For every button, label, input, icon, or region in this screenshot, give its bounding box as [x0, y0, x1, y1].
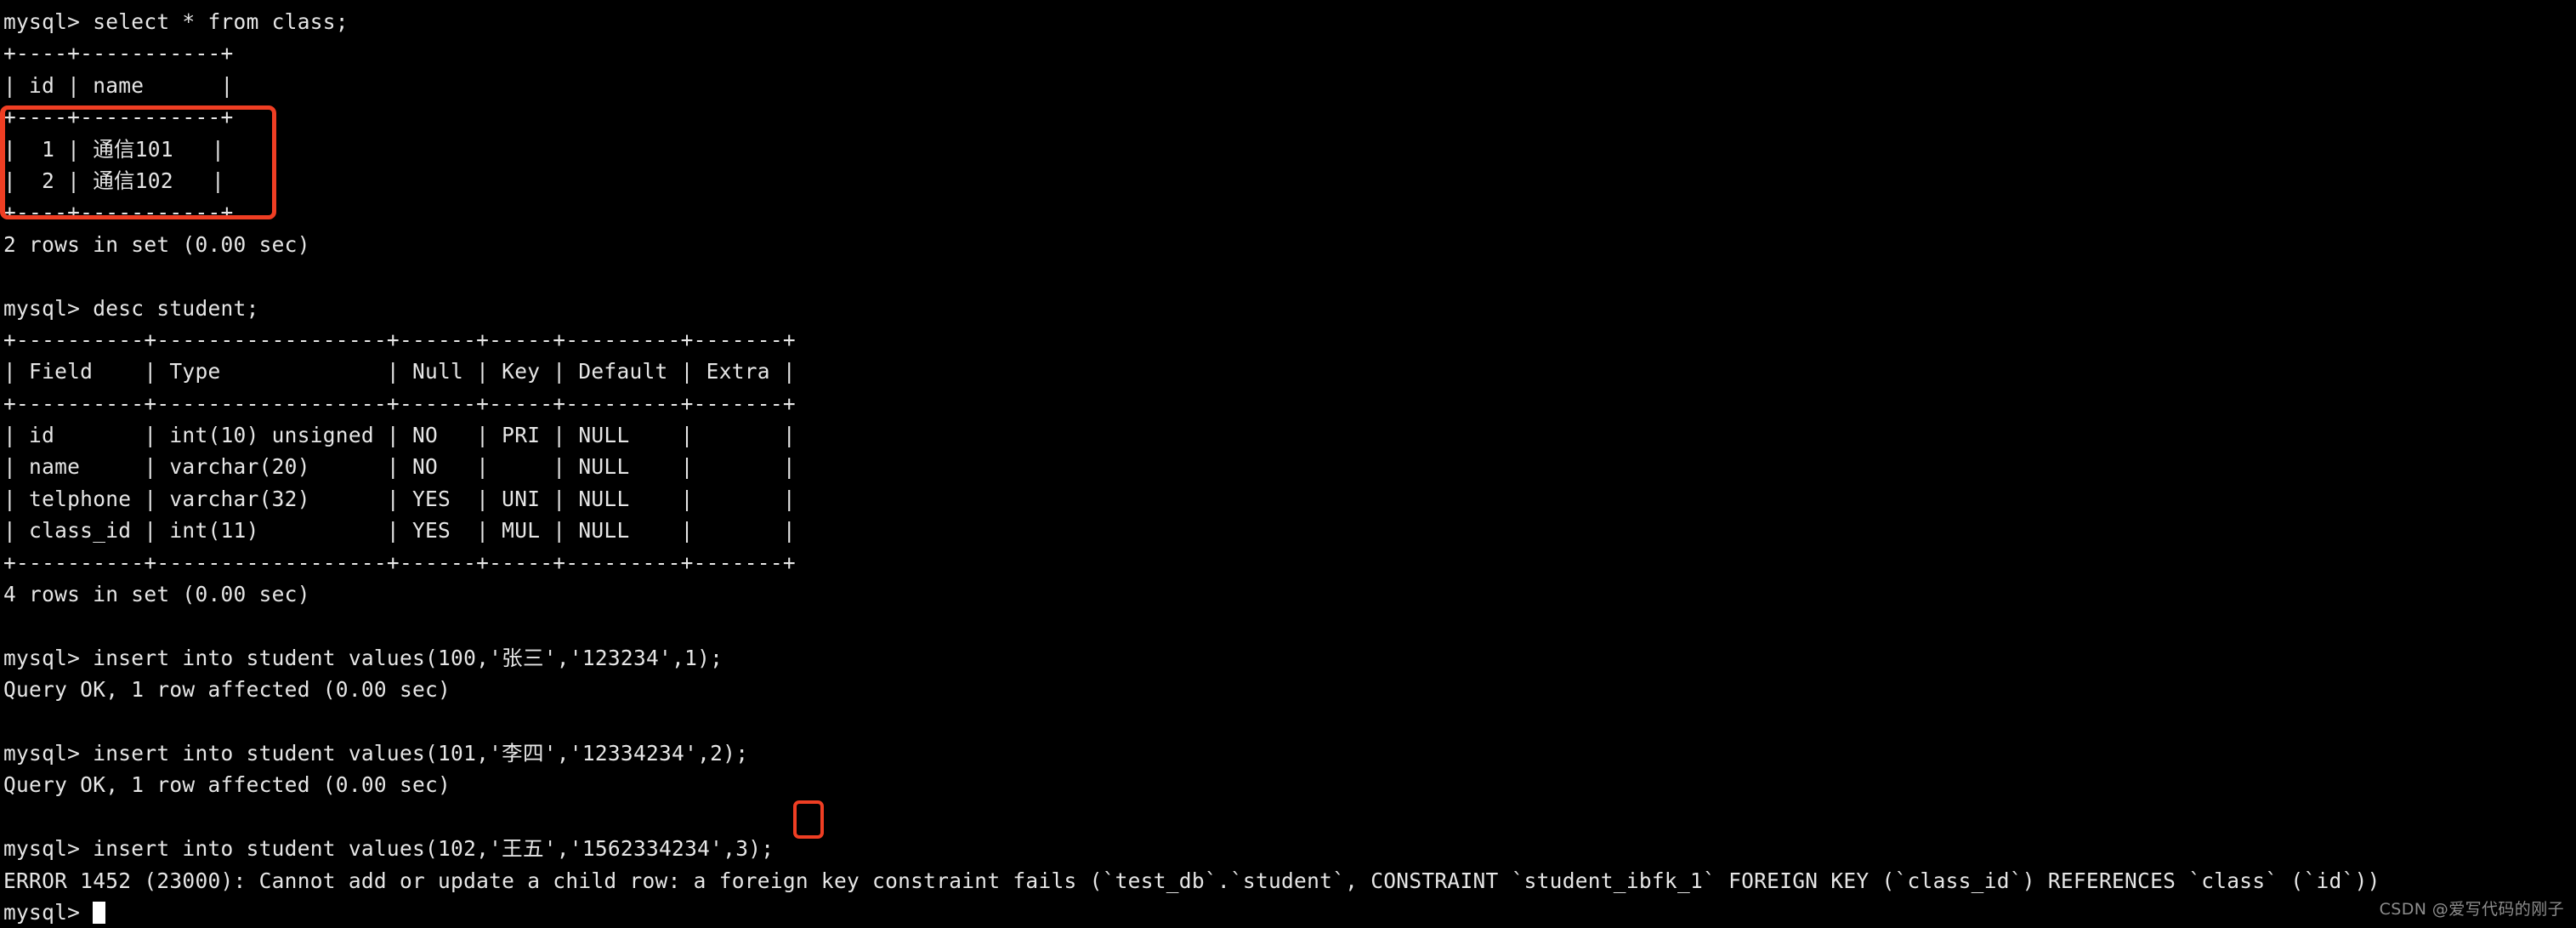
terminal-line-foreign-key-error: ERROR 1452 (23000): Cannot add or update…	[3, 868, 2380, 893]
prompt-text: mysql>	[3, 899, 94, 925]
terminal-line-final-prompt[interactable]: mysql>	[3, 897, 2576, 928]
terminal-line-insert-command-1: mysql> insert into student values(100,'张…	[3, 645, 723, 670]
terminal-line-insert-command-2: mysql> insert into student values(101,'李…	[3, 740, 749, 766]
terminal-line-blank-3	[3, 706, 2576, 737]
terminal-line-desc-student-command: mysql> desc student;	[3, 295, 259, 321]
terminal-line-class-row-count: 2 rows in set (0.00 sec)	[3, 231, 310, 257]
terminal-line-class-row-2: | 2 | 通信102 |	[3, 168, 224, 193]
terminal-line-schema-header-separator: +----------+------------------+------+--…	[3, 390, 796, 416]
terminal-line-class-bottom-border: +----+-----------+	[3, 200, 234, 225]
csdn-watermark: CSDN @爱写代码的刚子	[2379, 900, 2564, 919]
terminal-line-schema-row-class-id: | class_id | int(11) | YES | MUL | NULL …	[3, 518, 796, 544]
terminal-window[interactable]: mysql> select * from class; +----+------…	[0, 0, 2576, 925]
terminal-line-class-top-border: +----+-----------+	[3, 41, 234, 66]
terminal-line-blank-1	[3, 260, 2576, 292]
terminal-line-schema-row-telphone: | telphone | varchar(32) | YES | UNI | N…	[3, 486, 796, 511]
terminal-line-class-row-1: | 1 | 通信101 |	[3, 136, 224, 162]
terminal-line-schema-top-border: +----------+------------------+------+--…	[3, 327, 796, 352]
text-cursor	[93, 901, 106, 924]
terminal-line-blank-2	[3, 610, 2576, 641]
terminal-line-blank-4	[3, 801, 2576, 833]
terminal-line-select-class-command: mysql> select * from class;	[3, 9, 349, 34]
terminal-line-insert-command-3: mysql> insert into student values(102,'王…	[3, 836, 775, 862]
terminal-line-class-header: | id | name |	[3, 72, 234, 98]
terminal-line-schema-row-name: | name | varchar(20) | NO | | NULL | |	[3, 454, 796, 480]
terminal-line-insert-result-1: Query OK, 1 row affected (0.00 sec)	[3, 677, 451, 703]
terminal-line-schema-row-count: 4 rows in set (0.00 sec)	[3, 582, 310, 607]
terminal-line-insert-result-2: Query OK, 1 row affected (0.00 sec)	[3, 772, 451, 798]
terminal-line-schema-row-id: | id | int(10) unsigned | NO | PRI | NUL…	[3, 423, 796, 448]
terminal-line-schema-bottom-border: +----------+------------------+------+--…	[3, 549, 796, 575]
terminal-line-class-header-separator: +----+-----------+	[3, 105, 234, 130]
terminal-line-schema-header: | Field | Type | Null | Key | Default | …	[3, 359, 796, 384]
